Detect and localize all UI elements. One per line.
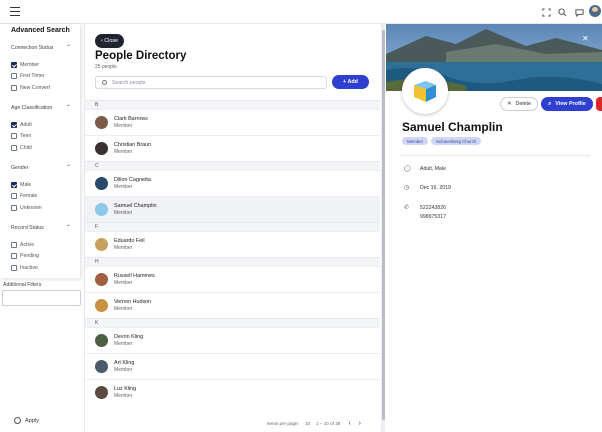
additional-filters-label: Additional Filters <box>3 282 42 288</box>
add-button[interactable]: + Add <box>332 75 369 89</box>
section-letter: C <box>85 161 380 170</box>
checkbox-adult[interactable]: Adult <box>11 122 32 128</box>
group-title-record-status: Record Status <box>11 225 44 231</box>
section-letter: K <box>85 318 380 327</box>
people-directory: ‹ Close People Directory 25 people Searc… <box>85 24 380 432</box>
list-item[interactable]: Devon Kling Member <box>85 327 380 353</box>
date-row: ◷ Dec 16, 2019 <box>404 185 451 191</box>
user-avatar[interactable] <box>589 5 601 17</box>
checkbox-member[interactable]: Member <box>11 62 39 68</box>
scrollbar[interactable] <box>381 24 385 432</box>
list-item[interactable]: Russell Hammes Member <box>85 266 380 292</box>
search-input[interactable]: Search people <box>95 76 327 89</box>
checkbox-inactive[interactable]: Inactive <box>11 265 38 271</box>
divider <box>400 155 590 156</box>
checkbox-first-timer[interactable]: First Timer <box>11 73 45 79</box>
chevron-up-icon[interactable]: ⌃ <box>66 104 71 111</box>
church-badge: Schaumberg Church <box>431 137 482 145</box>
group-title-connection-status: Connection Status <box>11 45 54 51</box>
avatar <box>95 273 108 286</box>
items-per-page-label: Items per page: <box>267 421 299 426</box>
delete-button[interactable]: ✕ Delete <box>500 97 538 111</box>
checkbox-teen[interactable]: Teen <box>11 133 31 139</box>
chevron-left-icon[interactable]: ‹ <box>348 420 350 427</box>
checkbox-active[interactable]: Active <box>11 242 34 248</box>
avatar <box>95 142 108 155</box>
person-name: Samuel Champlin <box>402 120 503 134</box>
apply-button[interactable]: Apply <box>14 417 39 424</box>
checkbox-female[interactable]: Female <box>11 193 37 199</box>
people-list: B Clark Barrows Member Christian Braun Mem… <box>85 100 380 405</box>
section-letter: B <box>85 100 380 109</box>
chevron-up-icon[interactable]: ⌃ <box>66 224 71 231</box>
avatar <box>95 386 108 399</box>
checkbox-new-convert[interactable]: New Convert <box>11 85 50 91</box>
avatar <box>95 360 108 373</box>
search-icon[interactable] <box>556 6 568 18</box>
avatar <box>95 116 108 129</box>
page-range: 1 – 10 of 25 <box>316 421 341 426</box>
avatar <box>95 177 108 190</box>
advanced-search-sidebar: Advanced Search Connection Status ⌃ Memb… <box>0 24 84 432</box>
filter-panel: Advanced Search Connection Status ⌃ Memb… <box>0 24 80 278</box>
avatar <box>95 299 108 312</box>
chevron-up-icon[interactable]: ⌃ <box>66 164 71 171</box>
list-item[interactable]: Art Kling Member <box>85 353 380 379</box>
gear-icon <box>14 417 21 424</box>
section-letter: F <box>85 222 380 231</box>
red-action-button[interactable] <box>596 97 602 111</box>
additional-filters-input[interactable] <box>2 290 81 306</box>
checkbox-male[interactable]: Male <box>11 182 31 188</box>
search-icon <box>102 80 107 85</box>
person-icon: ◯ <box>404 166 411 172</box>
chevron-up-icon[interactable]: ⌃ <box>66 44 71 51</box>
checkbox-unknown[interactable]: Unknown <box>11 205 42 211</box>
avatar <box>95 238 108 251</box>
group-title-gender: Gender <box>11 165 29 171</box>
close-button[interactable]: ‹ Close <box>95 34 124 48</box>
view-profile-button[interactable]: ⌕ View Profile <box>541 97 593 111</box>
list-item[interactable]: Clark Barrows Member <box>85 109 380 135</box>
avatar <box>95 203 108 216</box>
sidebar-title: Advanced Search <box>11 27 70 34</box>
phone-row: ✆ 522243826 998975317 <box>404 205 446 220</box>
chevron-right-icon[interactable]: › <box>359 420 361 427</box>
list-item[interactable]: Eduardo Feil Member <box>85 231 380 257</box>
list-item[interactable]: Luz Kling Member <box>85 379 380 405</box>
menu-icon[interactable] <box>10 7 20 16</box>
checkbox-child[interactable]: Child <box>11 145 32 151</box>
page-title: People Directory <box>95 50 187 62</box>
list-item[interactable]: Dillon Cagnetta Member <box>85 170 380 196</box>
items-per-page-select[interactable]: 10 <box>305 421 310 426</box>
close-icon: ✕ <box>506 101 512 107</box>
demographics-row: ◯ Adult, Male <box>404 166 446 172</box>
expand-icon[interactable] <box>540 6 552 18</box>
people-count: 25 people <box>95 64 117 70</box>
search-icon: ⌕ <box>548 100 552 107</box>
person-detail-panel: ✕ ✕ Delete ⌕ View Profile Samuel Champlin … <box>386 24 602 432</box>
avatar <box>95 334 108 347</box>
top-bar <box>0 0 602 24</box>
profile-avatar <box>402 68 448 114</box>
section-letter: H <box>85 257 380 266</box>
list-item[interactable]: Vernon Hudson Member <box>85 292 380 318</box>
status-badge: Member <box>402 137 429 145</box>
checkbox-pending[interactable]: Pending <box>11 253 39 259</box>
phone-icon: ✆ <box>404 205 410 211</box>
clock-icon: ◷ <box>404 185 410 191</box>
list-item-selected[interactable]: Samuel Champlin Member <box>85 196 380 222</box>
list-item[interactable]: Christian Braun Member <box>85 135 380 161</box>
close-icon[interactable]: ✕ <box>582 34 589 43</box>
chat-icon[interactable] <box>573 6 585 18</box>
pagination: Items per page: 10 1 – 10 of 25 ‹ › <box>267 420 361 427</box>
group-title-age-classification: Age Classification <box>11 105 53 111</box>
